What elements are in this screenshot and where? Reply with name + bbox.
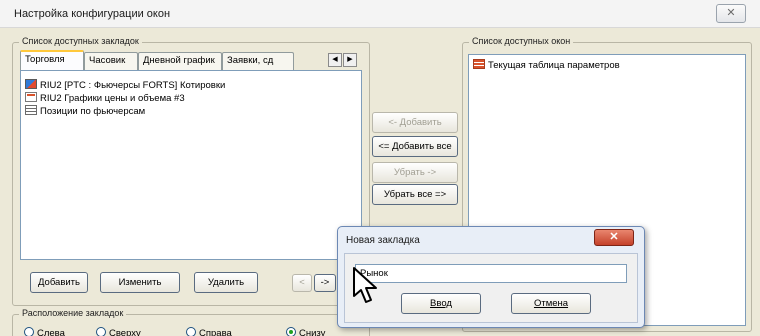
available-tabs-legend: Список доступных закладок [19,36,142,46]
ok-button-label: Ввод [430,298,452,309]
dialog-titlebar[interactable]: Настройка конфигурации окон ✕ [0,0,760,28]
cancel-button[interactable]: Отмена [511,293,591,314]
tab-placement-legend: Расположение закладок [19,308,127,318]
list-item[interactable]: RIU2 [PTC : Фьючерсы FORTS] Котировки [25,79,225,91]
remove-all-windows-button[interactable]: Убрать все => [372,184,458,205]
table-icon [25,105,37,115]
list-item[interactable]: Позиции по фьючерсам [25,105,145,117]
tab-windows-list[interactable]: RIU2 [PTC : Фьючерсы FORTS] Котировки RI… [20,70,362,260]
radio-label: Сверху [109,328,141,336]
list-item-label: RIU2 Графики цены и объема #3 [40,93,185,104]
delete-tab-button[interactable]: Удалить [194,272,258,293]
quotes-icon [25,79,37,89]
tab-daily-chart[interactable]: Дневной график [138,52,222,70]
radio-label: Слева [37,328,65,336]
new-tab-dialog-body: Ввод Отмена [344,253,638,323]
list-item[interactable]: RIU2 Графики цены и объема #3 [25,92,185,104]
new-tab-dialog: Новая закладка ✕ Ввод Отмена [337,226,645,328]
placement-option-right[interactable]: Справа [186,327,232,336]
tab-trading[interactable]: Торговля [20,50,84,70]
available-windows-legend: Список доступных окон [469,36,574,46]
placement-option-left[interactable]: Слева [24,327,65,336]
ok-button[interactable]: Ввод [401,293,481,314]
move-tab-right-button[interactable]: -> [314,274,336,292]
dialog-close-button[interactable]: ✕ [716,4,746,23]
move-tab-left-button[interactable]: < [292,274,312,292]
edit-tab-button[interactable]: Изменить [100,272,180,293]
tab-scroll-right-icon[interactable]: ▶ [343,53,357,67]
radio-icon [96,327,106,336]
placement-option-bottom[interactable]: Снизу [286,327,325,336]
add-all-windows-button[interactable]: <= Добавить все [372,136,458,157]
new-tab-close-button[interactable]: ✕ [594,229,634,246]
mouse-cursor-icon [353,267,377,303]
tab-orders[interactable]: Заявки, сд [222,52,294,70]
chart-icon [25,92,37,102]
dialog-title: Настройка конфигурации окон [14,8,171,20]
list-item-label: Позиции по фьючерсам [40,106,146,117]
new-tab-dialog-title: Новая закладка [346,235,420,246]
params-table-icon [473,59,485,69]
list-item[interactable]: Текущая таблица параметров [473,59,620,71]
radio-label: Снизу [299,328,326,336]
radio-icon [24,327,34,336]
add-window-button[interactable]: <- Добавить [372,112,458,133]
list-item-label: RIU2 [PTC : Фьючерсы FORTS] Котировки [40,80,226,91]
placement-option-top[interactable]: Сверху [96,327,141,336]
new-tab-name-input[interactable] [355,264,627,283]
radio-label: Справа [199,328,232,336]
tab-strip: Торговля Часовик Дневной график Заявки, … [20,50,362,70]
window-config-dialog: Настройка конфигурации окон ✕ Список дос… [0,0,760,336]
tab-clock[interactable]: Часовик [84,52,138,70]
tab-scroll-left-icon[interactable]: ◀ [328,53,342,67]
cancel-button-label: Отмена [533,298,569,309]
radio-selected-icon [286,327,296,336]
remove-window-button[interactable]: Убрать -> [372,162,458,183]
add-tab-button[interactable]: Добавить [30,272,88,293]
radio-icon [186,327,196,336]
list-item-label: Текущая таблица параметров [488,60,620,71]
